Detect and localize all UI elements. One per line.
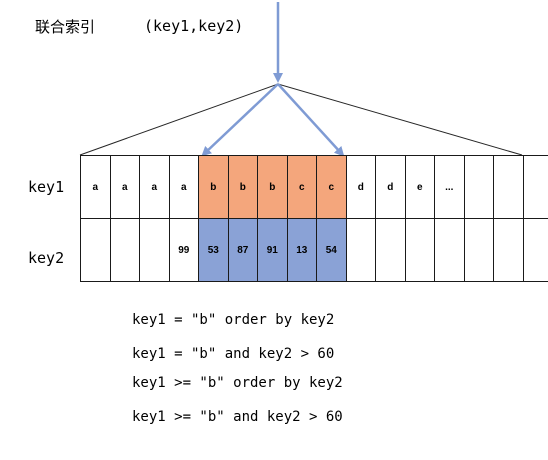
key2-cell: 91 — [257, 218, 288, 282]
key2-cell — [109, 218, 140, 282]
query-line: key1 = "b" and key2 > 60 — [132, 346, 335, 362]
key1-cell: a — [168, 155, 199, 219]
query-line: key1 >= "b" and key2 > 60 — [132, 409, 343, 425]
key1-cell — [463, 155, 494, 219]
query-line: key1 >= "b" order by key2 — [132, 375, 343, 391]
key1-cell: a — [139, 155, 170, 219]
key2-cell — [404, 218, 435, 282]
key1-cell — [493, 155, 524, 219]
key2-cell — [522, 218, 548, 282]
key1-cell: c — [286, 155, 317, 219]
key1-cell: b — [198, 155, 229, 219]
range-end-arrow — [277, 83, 345, 157]
key2-cell — [434, 218, 465, 282]
key2-cell — [493, 218, 524, 282]
key1-cell: b — [227, 155, 258, 219]
row-label-key2: key2 — [28, 249, 65, 267]
key2-cell — [139, 218, 170, 282]
key1-cell: a — [109, 155, 140, 219]
key1-cell: e — [404, 155, 435, 219]
tree-fanout-lines — [79, 83, 523, 156]
key1-cell — [522, 155, 548, 219]
key2-cell: 54 — [316, 218, 347, 282]
key1-cell: d — [345, 155, 376, 219]
range-start-arrow — [201, 83, 279, 157]
key1-cell: c — [316, 155, 347, 219]
key2-cell — [463, 218, 494, 282]
key1-cell: d — [375, 155, 406, 219]
key2-cell — [345, 218, 376, 282]
key2-cell: 87 — [227, 218, 258, 282]
key2-cell — [80, 218, 111, 282]
query-line: key1 = "b" order by key2 — [132, 312, 335, 328]
key2-cell: 53 — [198, 218, 229, 282]
key2-cell — [375, 218, 406, 282]
key2-cell: 13 — [286, 218, 317, 282]
row-label-key1: key1 — [28, 178, 65, 196]
key1-cell: ... — [434, 155, 465, 219]
key1-cell: b — [257, 155, 288, 219]
key2-cell: 99 — [168, 218, 199, 282]
key1-cell: a — [80, 155, 111, 219]
